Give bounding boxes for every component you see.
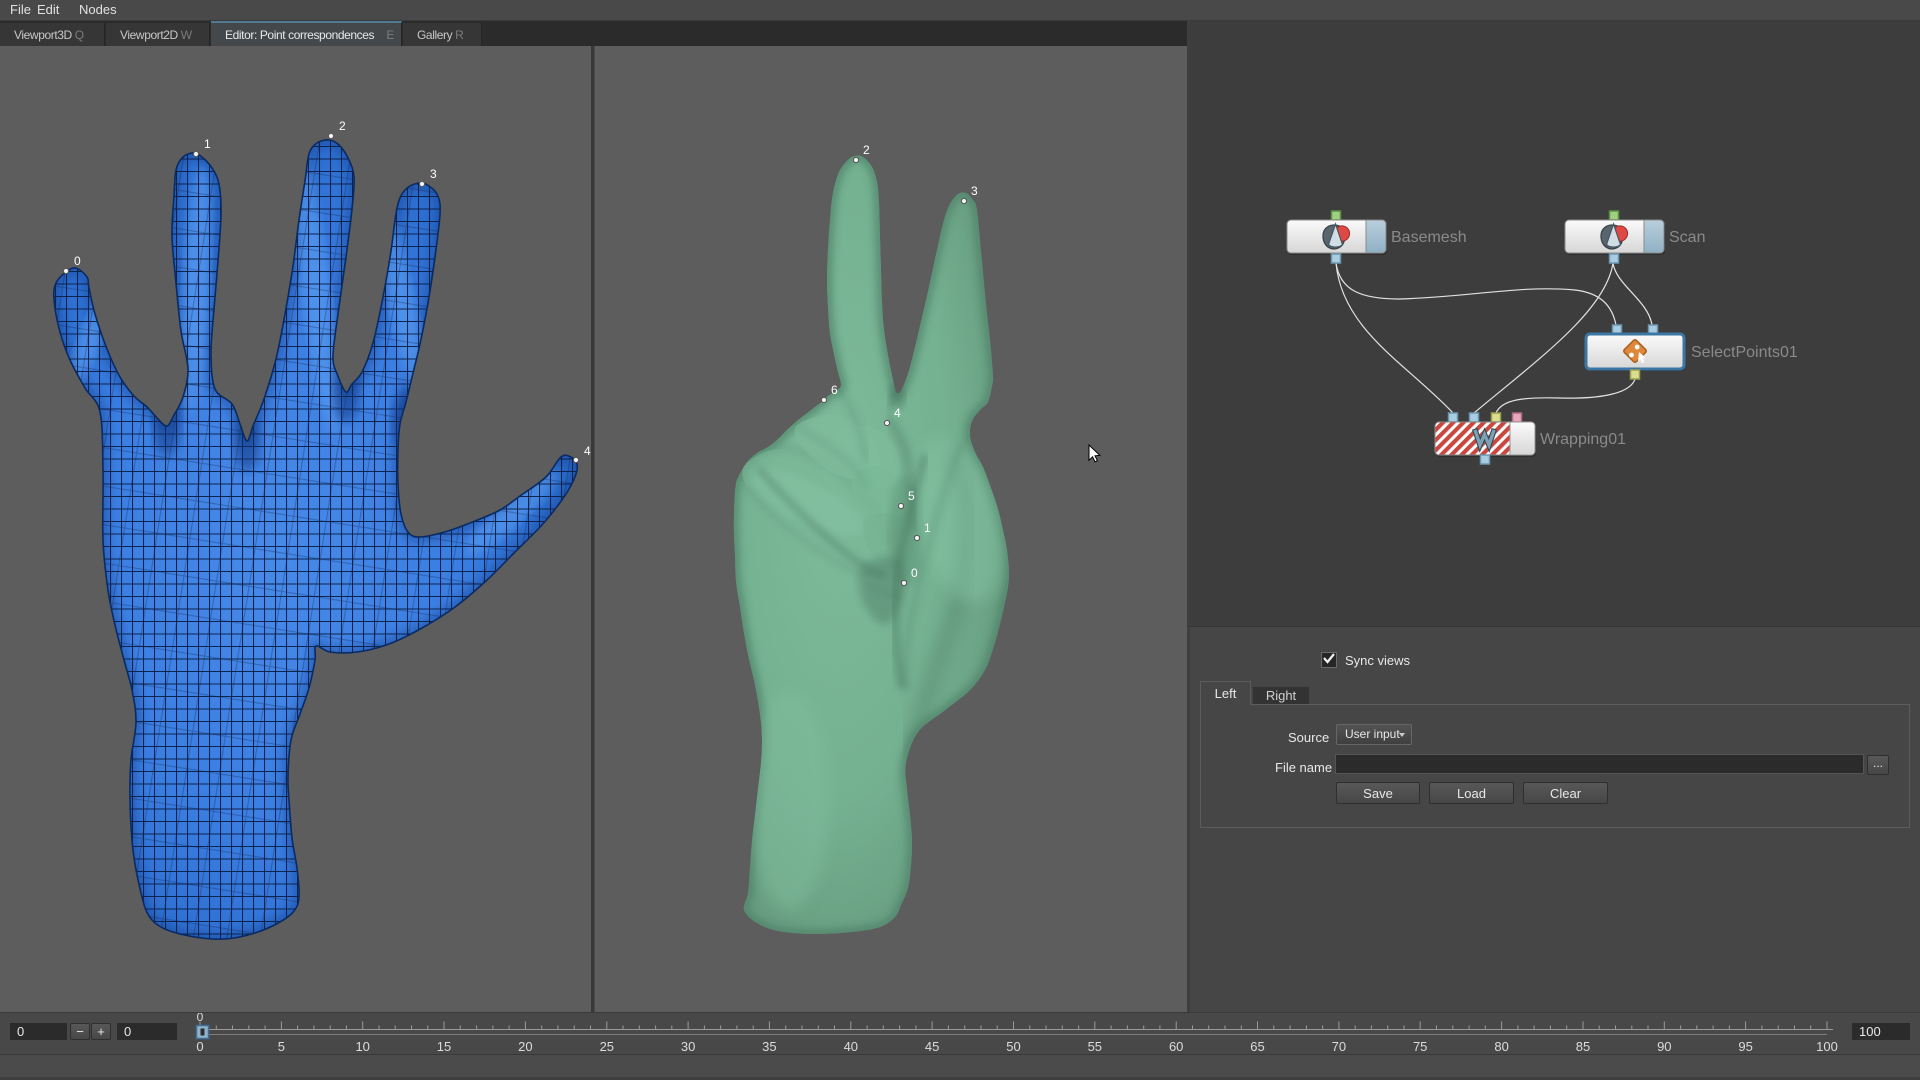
svg-text:1: 1 — [204, 137, 211, 151]
svg-text:30: 30 — [681, 1039, 695, 1054]
svg-text:5: 5 — [908, 489, 915, 503]
svg-text:25: 25 — [600, 1039, 614, 1054]
svg-text:15: 15 — [437, 1039, 451, 1054]
svg-text:4: 4 — [894, 406, 901, 420]
svg-text:0: 0 — [196, 1039, 203, 1054]
svg-text:0: 0 — [911, 566, 918, 580]
svg-text:10: 10 — [355, 1039, 369, 1054]
svg-text:2: 2 — [863, 143, 870, 157]
svg-text:1: 1 — [924, 521, 931, 535]
svg-text:Basemesh: Basemesh — [1391, 229, 1467, 246]
svg-text:80: 80 — [1494, 1039, 1508, 1054]
svg-text:Wrapping01: Wrapping01 — [1540, 431, 1626, 448]
svg-text:75: 75 — [1413, 1039, 1427, 1054]
svg-text:6: 6 — [831, 383, 838, 397]
svg-text:85: 85 — [1576, 1039, 1590, 1054]
svg-text:4: 4 — [584, 444, 591, 458]
svg-text:20: 20 — [518, 1039, 532, 1054]
svg-text:Scan: Scan — [1669, 229, 1705, 246]
svg-text:95: 95 — [1738, 1039, 1752, 1054]
svg-text:40: 40 — [844, 1039, 858, 1054]
svg-text:5: 5 — [278, 1039, 285, 1054]
svg-text:55: 55 — [1088, 1039, 1102, 1054]
svg-text:2: 2 — [339, 119, 346, 133]
svg-text:35: 35 — [762, 1039, 776, 1054]
svg-text:50: 50 — [1006, 1039, 1020, 1054]
svg-text:65: 65 — [1250, 1039, 1264, 1054]
svg-text:100: 100 — [1816, 1039, 1838, 1054]
svg-text:3: 3 — [430, 167, 437, 181]
svg-text:0: 0 — [74, 254, 81, 268]
svg-text:70: 70 — [1332, 1039, 1346, 1054]
svg-text:60: 60 — [1169, 1039, 1183, 1054]
svg-text:0: 0 — [197, 1013, 204, 1024]
svg-text:90: 90 — [1657, 1039, 1671, 1054]
svg-text:SelectPoints01: SelectPoints01 — [1691, 344, 1798, 361]
svg-text:3: 3 — [971, 184, 978, 198]
svg-text:45: 45 — [925, 1039, 939, 1054]
